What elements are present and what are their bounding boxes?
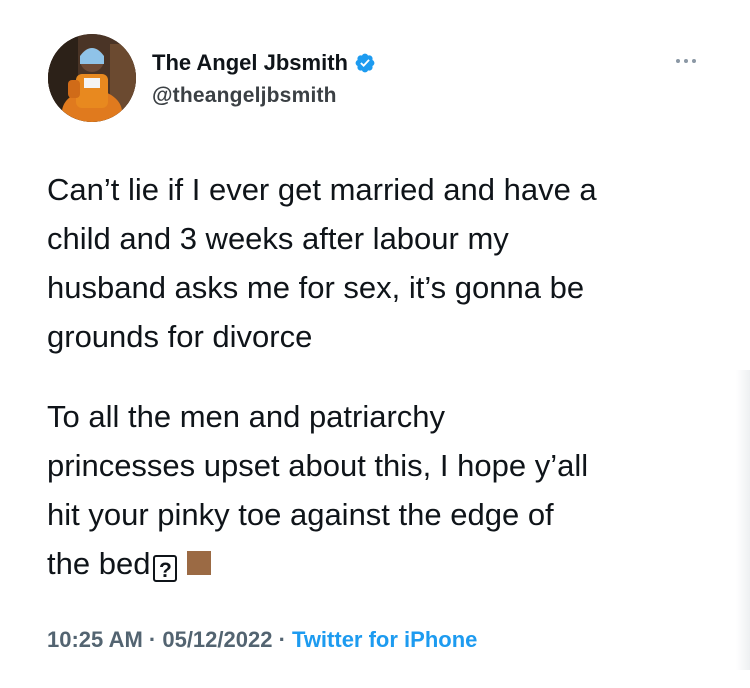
dot bbox=[676, 59, 680, 63]
missing-glyph-box: ? bbox=[153, 555, 178, 582]
tweet-card: The Angel Jbsmith @theangeljbsmith Can’t… bbox=[0, 0, 750, 688]
tweet-text-paragraph-2: To all the men and patriarchy princesses… bbox=[47, 392, 727, 588]
edge-shadow bbox=[736, 370, 750, 670]
dot bbox=[684, 59, 688, 63]
tweet-time[interactable]: 10:25 AM bbox=[47, 627, 143, 652]
author-handle[interactable]: @theangeljbsmith bbox=[152, 84, 337, 108]
verified-badge-icon bbox=[355, 53, 375, 73]
more-options-icon[interactable] bbox=[676, 56, 702, 66]
tweet-text-paragraph-2-main: To all the men and patriarchy princesses… bbox=[47, 399, 589, 581]
tweet-text-paragraph-1: Can’t lie if I ever get married and have… bbox=[47, 172, 597, 354]
avatar-image bbox=[48, 34, 136, 122]
meta-separator: · bbox=[272, 627, 293, 652]
author-name-row[interactable]: The Angel Jbsmith bbox=[152, 50, 376, 76]
author-display-name[interactable]: The Angel Jbsmith bbox=[152, 50, 348, 76]
tweet-source-link[interactable]: Twitter for iPhone bbox=[292, 627, 477, 652]
avatar[interactable] bbox=[48, 34, 136, 122]
meta-separator: · bbox=[142, 627, 163, 652]
brown-square-emoji-icon bbox=[187, 551, 212, 575]
dot bbox=[692, 59, 696, 63]
tweet-meta: 10:25 AM · 05/12/2022 · Twitter for iPho… bbox=[47, 627, 477, 653]
tweet-date[interactable]: 05/12/2022 bbox=[162, 627, 272, 652]
